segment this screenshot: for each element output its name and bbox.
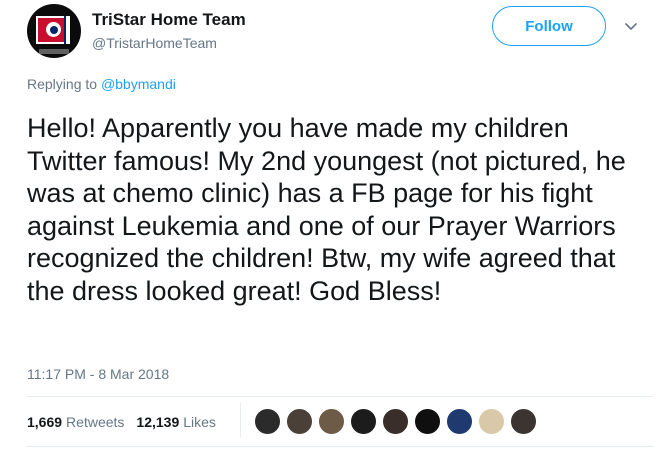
tweet-timestamp[interactable]: 11:17 PM - 8 Mar 2018 [27,366,169,382]
liker-avatar[interactable] [318,408,345,435]
liker-avatar[interactable] [350,408,377,435]
tweet-header: TriStar Home Team @TristarHomeTeam Follo… [27,4,653,62]
follow-button[interactable]: Follow [492,6,606,46]
tweet-stats: 1,669 Retweets 12,139 Likes [27,414,228,430]
liker-avatars [254,408,542,435]
retweets-label: Retweets [66,414,125,430]
display-name[interactable]: TriStar Home Team [92,10,246,30]
liker-avatar[interactable] [414,408,441,435]
tennessee-flag-icon [36,16,70,44]
user-names[interactable]: TriStar Home Team @TristarHomeTeam [92,10,246,52]
avatar[interactable] [27,4,81,58]
reply-prefix: Replying to [27,76,98,92]
divider [27,396,653,397]
tweet-text: Hello! Apparently you have made my child… [27,113,626,306]
liker-avatar[interactable] [478,408,505,435]
liker-avatar[interactable] [446,408,473,435]
retweets-stat[interactable]: 1,669 Retweets [27,414,124,430]
chevron-down-icon[interactable] [623,18,639,34]
likes-count: 12,139 [136,414,180,430]
reply-mention-link[interactable]: @bbymandi [101,76,176,92]
liker-avatar[interactable] [286,408,313,435]
divider [27,446,653,447]
liker-avatar[interactable] [382,408,409,435]
avatar-caption-strip [39,49,69,54]
likes-stat[interactable]: 12,139 Likes [136,414,216,430]
user-handle[interactable]: @TristarHomeTeam [92,34,246,52]
stats-separator [240,403,241,437]
liker-avatar[interactable] [510,408,537,435]
likes-label: Likes [183,414,216,430]
reply-context: Replying to @bbymandi [27,76,176,92]
retweets-count: 1,669 [27,414,63,430]
liker-avatar[interactable] [254,408,281,435]
